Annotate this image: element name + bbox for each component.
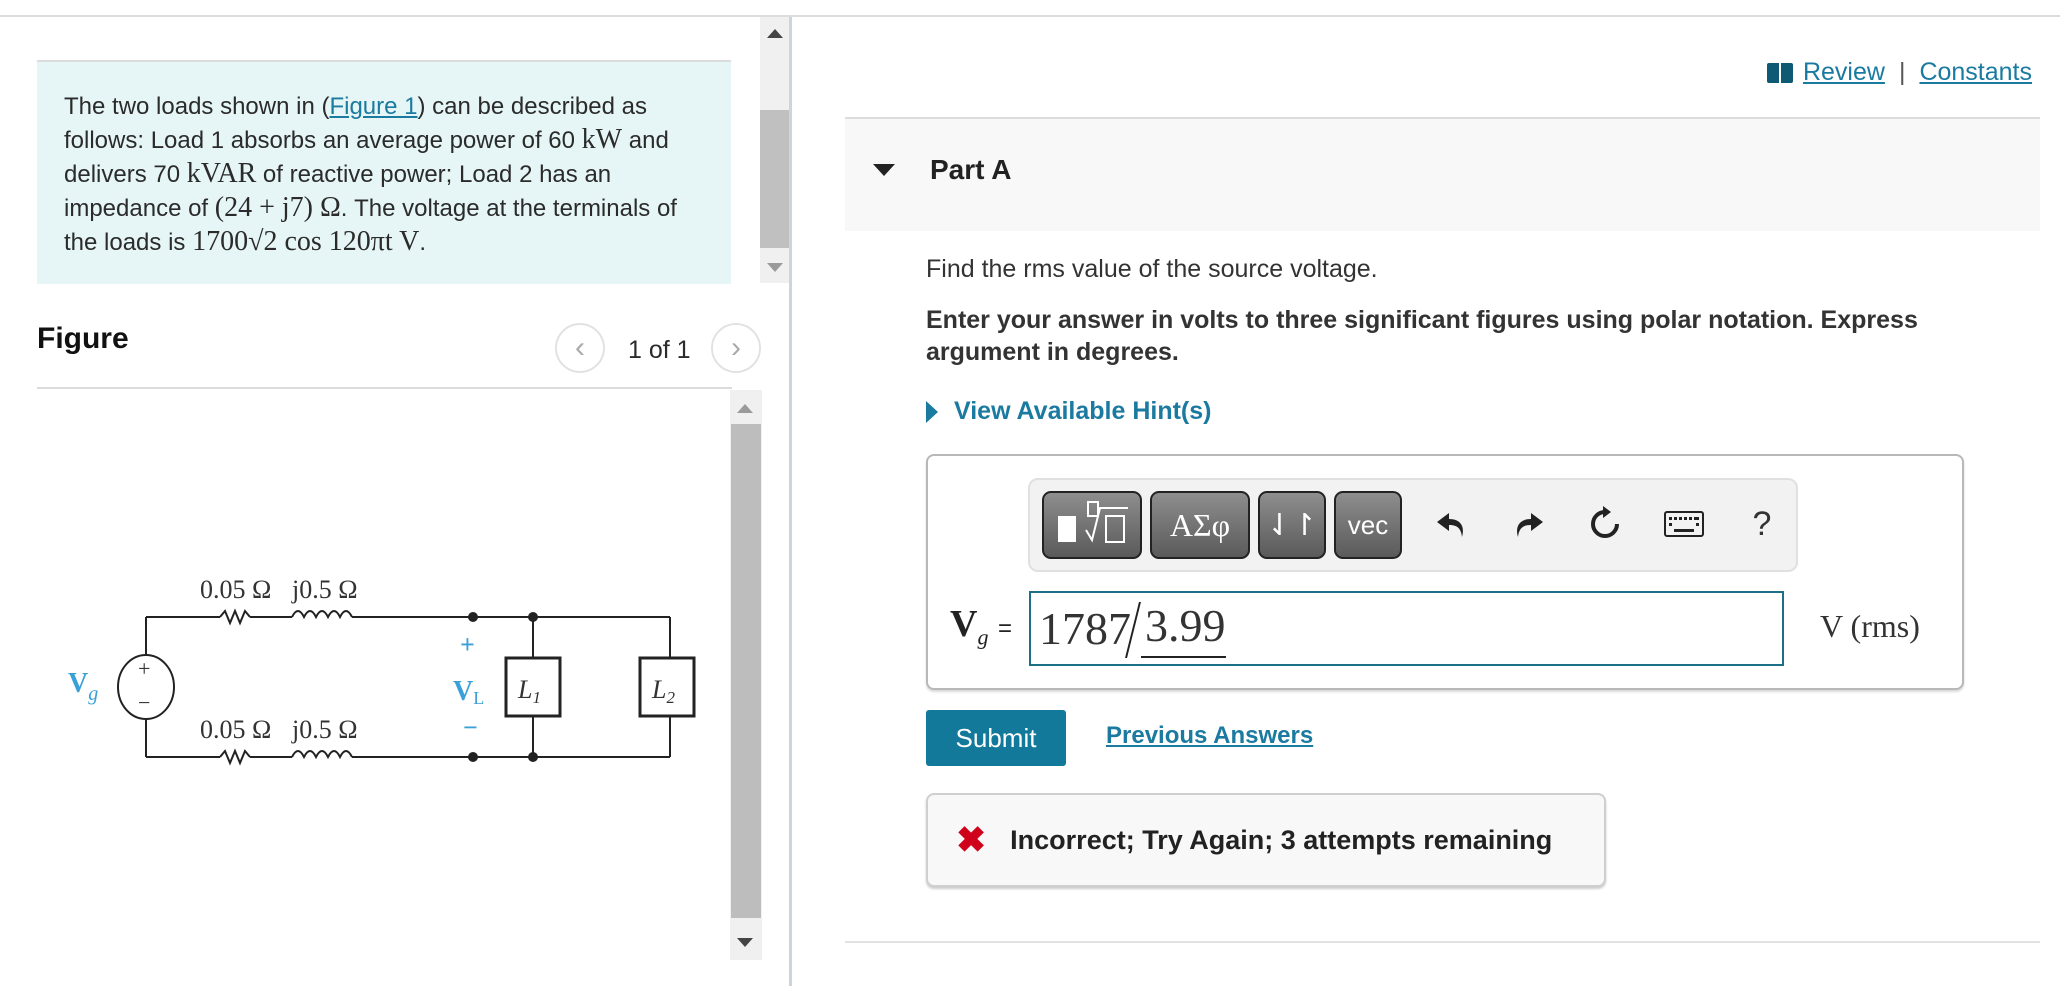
chevron-left-icon: ‹ <box>575 331 585 364</box>
feedback-message: ✖ Incorrect; Try Again; 3 attempts remai… <box>926 793 1606 887</box>
view-hints-link[interactable]: View Available Hint(s) <box>954 397 1211 426</box>
scroll-up-arrow-icon[interactable] <box>767 29 783 38</box>
link-separator: | <box>1898 58 1906 86</box>
review-link[interactable]: Review <box>1803 58 1885 87</box>
figure-heading: Figure <box>37 322 129 355</box>
answer-variable-label: Vg = <box>950 603 1012 650</box>
redo-icon[interactable] <box>1506 502 1550 546</box>
bottom-inductor-label: j0.5 Ω <box>291 715 358 744</box>
inductor-top <box>291 610 353 620</box>
figure-divider <box>37 387 732 389</box>
question-text: Find the rms value of the source voltage… <box>926 255 1378 283</box>
answer-input[interactable]: 1787 3.99 <box>1029 591 1784 666</box>
pane-splitter[interactable] <box>789 17 792 986</box>
scroll-down-arrow-icon[interactable] <box>737 938 753 947</box>
node-dot <box>468 612 478 622</box>
load1-box <box>504 656 562 718</box>
figure-next-button[interactable]: › <box>711 323 761 373</box>
math-unit-kw: kW <box>581 124 623 155</box>
vector-button[interactable]: vec <box>1334 491 1402 559</box>
hints-toggle[interactable]: View Available Hint(s) <box>926 397 1211 426</box>
arrows-button[interactable]: ⇃↾ <box>1258 491 1326 559</box>
greek-symbols-button[interactable]: ΑΣφ <box>1150 491 1250 559</box>
figure-prev-button[interactable]: ‹ <box>555 323 605 373</box>
figure-link[interactable]: Figure 1 <box>329 93 417 120</box>
keyboard-icon[interactable] <box>1662 502 1706 546</box>
part-a-header[interactable]: Part A <box>845 117 2040 231</box>
load2-box <box>638 656 696 718</box>
figure-scrollbar[interactable] <box>730 390 762 960</box>
submit-button[interactable]: Submit <box>926 710 1066 766</box>
problem-text: . <box>419 229 427 256</box>
answer-units: V (rms) <box>1820 608 1920 644</box>
circuit-diagram: 0.05 Ω j0.5 Ω 0.05 Ω j0.5 Ω + − L1 L2 Vg… <box>68 575 696 766</box>
help-button[interactable]: ? <box>1740 502 1784 546</box>
scrollbar-thumb[interactable] <box>731 424 761 918</box>
source-voltage-label: Vg <box>68 668 98 705</box>
undo-icon[interactable] <box>1430 502 1474 546</box>
figure-page-indicator: 1 of 1 <box>628 336 691 364</box>
node-dot <box>528 752 538 762</box>
top-divider <box>0 15 2060 17</box>
math-toolbar: ΑΣφ ⇃↾ vec ? <box>1028 478 1798 572</box>
answer-area: ΑΣφ ⇃↾ vec ? Vg = 1787 3.99 V (rms) <box>926 454 1964 690</box>
inductor-bottom <box>291 750 353 760</box>
answer-angle: 3.99 <box>1145 599 1226 651</box>
node-dot <box>528 612 538 622</box>
scrollbar-thumb[interactable] <box>760 110 790 248</box>
error-x-icon: ✖ <box>956 819 987 860</box>
bottom-divider <box>845 941 2040 943</box>
math-impedance: (24 + j7) Ω <box>214 192 341 223</box>
problem-text: The two loads shown in ( <box>64 93 330 120</box>
book-icon <box>1766 62 1793 83</box>
top-resistor-label: 0.05 Ω <box>200 575 271 604</box>
math-unit-kvar: kVAR <box>186 158 257 189</box>
constants-link[interactable]: Constants <box>1919 58 2032 87</box>
caret-right-icon <box>926 400 938 423</box>
instruction-text: Enter your answer in volts to three sign… <box>926 306 1918 366</box>
chevron-right-icon: › <box>731 331 741 364</box>
load-voltage-minus: − <box>463 713 478 742</box>
resistor-bottom <box>219 748 251 766</box>
top-inductor-label: j0.5 Ω <box>291 575 358 604</box>
scroll-up-arrow-icon[interactable] <box>737 404 753 413</box>
source-minus: − <box>138 690 150 715</box>
reset-icon[interactable] <box>1583 502 1627 546</box>
feedback-text: Incorrect; Try Again; 3 attempts remaini… <box>1010 824 1553 855</box>
problem-statement: The two loads shown in (Figure 1) can be… <box>37 60 731 284</box>
bottom-resistor-label: 0.05 Ω <box>200 715 271 744</box>
templates-sqrt-icon <box>1058 501 1128 543</box>
scroll-down-arrow-icon[interactable] <box>767 263 783 272</box>
node-dot <box>468 752 478 762</box>
math-voltage: 1700√2 cos 120πt V <box>192 226 420 257</box>
problem-scrollbar[interactable] <box>760 17 790 283</box>
caret-down-icon[interactable] <box>873 164 895 176</box>
load-voltage-plus: + <box>460 630 475 659</box>
previous-answers-link[interactable]: Previous Answers <box>1106 722 1313 750</box>
answer-magnitude: 1787 <box>1039 603 1131 654</box>
load2-label: L2 <box>651 675 675 707</box>
angle-symbol: 3.99 <box>1125 599 1226 658</box>
resistor-top <box>219 608 251 626</box>
source-plus: + <box>138 656 150 681</box>
load1-label: L1 <box>517 675 541 707</box>
header-links: Review | Constants <box>1766 58 2032 87</box>
templates-button[interactable] <box>1042 491 1142 559</box>
load-voltage-label: VL <box>453 676 484 708</box>
part-title: Part A <box>930 154 1012 185</box>
